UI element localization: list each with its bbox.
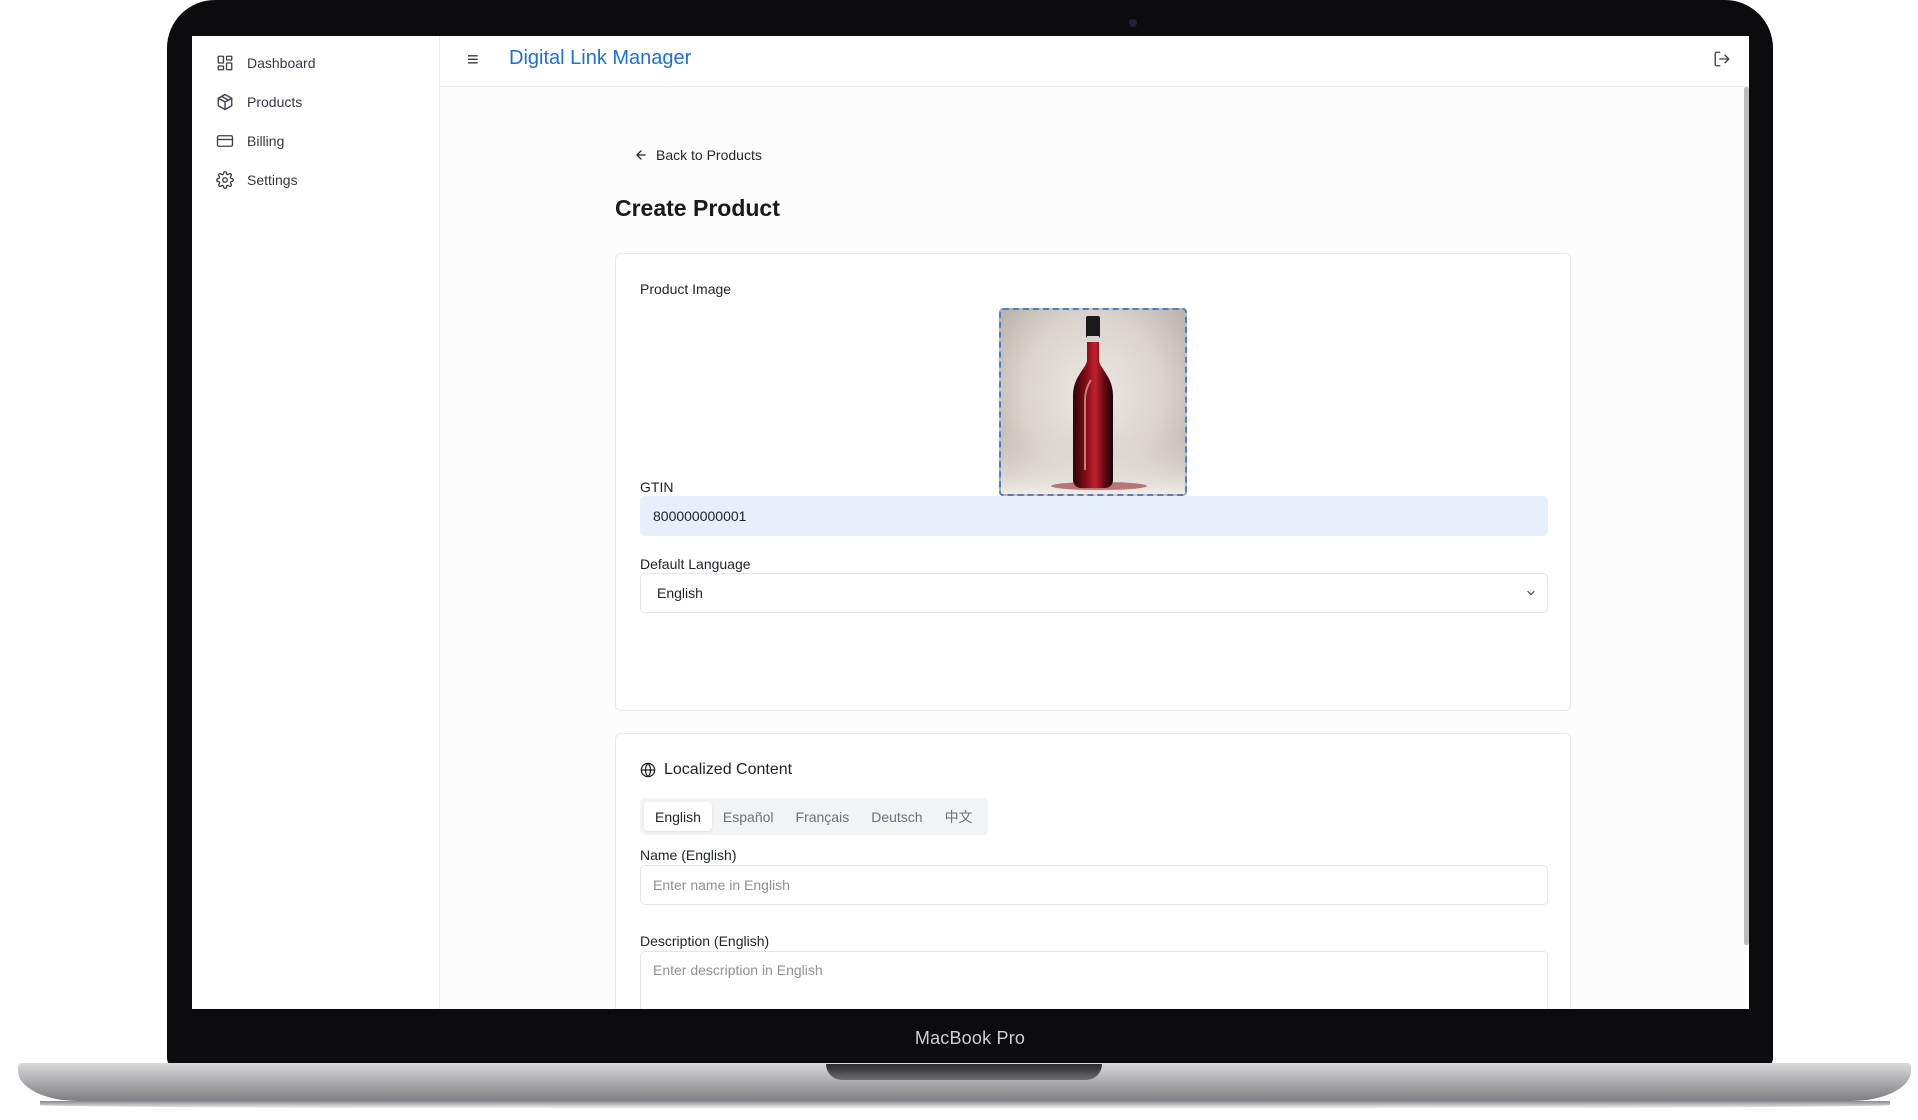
gtin-input[interactable] — [640, 496, 1548, 536]
camera-icon — [1129, 19, 1137, 27]
sidebar-item-label: Billing — [247, 132, 285, 149]
arrow-left-icon — [636, 150, 646, 160]
logout-icon[interactable] — [1713, 50, 1731, 68]
credit-card-icon — [216, 132, 234, 150]
tab-chinese[interactable]: 中文 — [934, 802, 984, 831]
device-label: MacBook Pro — [914, 1028, 1026, 1048]
page-title: Create Product — [615, 195, 780, 221]
sidebar-item-products[interactable]: Products — [192, 82, 439, 121]
localized-content-title: Localized Content — [664, 761, 793, 778]
sidebar-item-dashboard[interactable]: Dashboard — [192, 43, 439, 82]
tab-francais[interactable]: Français — [785, 802, 861, 831]
description-textarea[interactable] — [640, 951, 1548, 1009]
main-content: Back to Products Create Product Product … — [440, 87, 1749, 1009]
language-tabs: English Español Français Deutsch 中文 — [640, 798, 988, 835]
top-header: ≡ Digital Link Manager — [440, 36, 1749, 87]
sidebar-item-label: Dashboard — [247, 54, 316, 71]
gear-icon — [216, 170, 234, 189]
screen: Dashboard Products Billing Settings ≡ Di… — [192, 36, 1749, 1009]
hamburger-menu-icon[interactable]: ≡ — [467, 50, 485, 70]
tab-deutsch[interactable]: Deutsch — [860, 802, 933, 831]
product-image-wine-bottle — [1001, 316, 1185, 494]
name-label: Name (English) — [640, 847, 737, 863]
laptop-notch — [826, 1064, 1102, 1080]
app-title: Digital Link Manager — [509, 47, 692, 69]
sidebar-item-label: Settings — [247, 171, 298, 188]
sidebar-item-settings[interactable]: Settings — [192, 160, 439, 199]
product-details-card: Product Image GTIN 800000000001 Default … — [615, 253, 1571, 711]
product-image-label: Product Image — [640, 281, 732, 297]
back-to-products-link[interactable]: Back to Products — [634, 147, 762, 163]
name-input[interactable] — [640, 865, 1548, 905]
default-language-value: English — [657, 585, 703, 601]
dashboard-icon — [216, 54, 234, 72]
laptop-shadow — [40, 1101, 1890, 1109]
description-label: Description (English) — [640, 933, 770, 949]
localized-content-heading: Localized Content — [640, 761, 792, 779]
default-language-select[interactable]: English — [640, 573, 1548, 613]
sidebar-item-label: Products — [247, 93, 303, 110]
globe-icon — [640, 762, 656, 778]
sidebar-item-billing[interactable]: Billing — [192, 121, 439, 160]
sidebar: Dashboard Products Billing Settings — [192, 36, 440, 1009]
default-language-label: Default Language — [640, 556, 751, 572]
tab-english[interactable]: English — [644, 802, 712, 831]
product-image-upload[interactable] — [999, 308, 1187, 496]
tab-espanol[interactable]: Español — [712, 802, 785, 831]
chevron-down-icon — [1527, 590, 1535, 596]
back-link-label: Back to Products — [656, 147, 762, 163]
package-icon — [216, 93, 234, 111]
localized-content-card: Localized Content English Español França… — [615, 733, 1571, 1009]
gtin-label: GTIN — [640, 479, 674, 495]
scrollbar[interactable] — [1744, 87, 1749, 945]
